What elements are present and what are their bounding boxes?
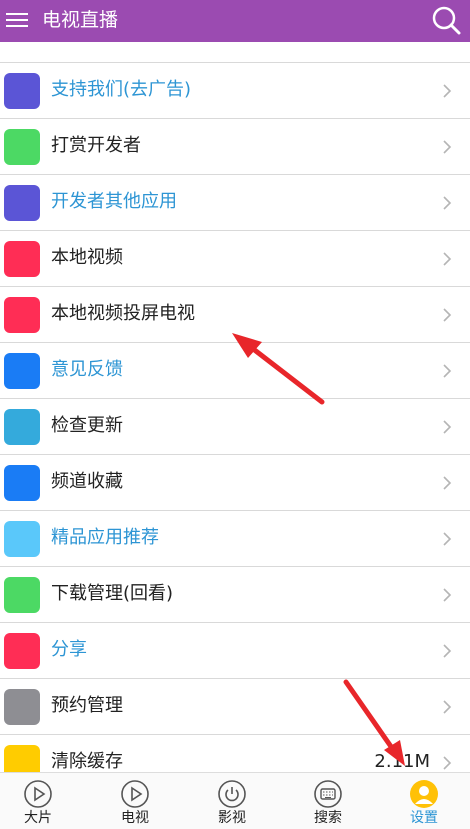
- chevron-right-icon: [443, 196, 452, 210]
- settings-item[interactable]: 打赏开发者: [0, 118, 470, 174]
- settings-item-label: 下载管理(回看): [51, 583, 174, 604]
- tab-label: 搜索: [314, 810, 342, 826]
- settings-item[interactable]: 预约管理: [0, 678, 470, 734]
- settings-item-color-icon: [4, 409, 40, 445]
- settings-item[interactable]: 分享: [0, 622, 470, 678]
- settings-item-color-icon: [4, 297, 40, 333]
- settings-item-color-icon: [4, 129, 40, 165]
- power-icon: [218, 780, 246, 808]
- settings-item-label: 分享: [51, 639, 87, 660]
- user-avatar-icon: [410, 780, 438, 808]
- settings-item-color-icon: [4, 521, 40, 557]
- chevron-right-icon: [443, 588, 452, 602]
- chevron-right-icon: [443, 364, 452, 378]
- settings-item[interactable]: 频道收藏: [0, 454, 470, 510]
- chevron-right-icon: [443, 476, 452, 490]
- chevron-right-icon: [443, 252, 452, 266]
- chevron-right-icon: [443, 532, 452, 546]
- tab-2[interactable]: 影视: [202, 776, 262, 828]
- settings-item-label: 预约管理: [51, 695, 123, 716]
- settings-item-color-icon: [4, 185, 40, 221]
- settings-item[interactable]: 支持我们(去广告): [0, 62, 470, 118]
- page-title: 电视直播: [42, 9, 119, 31]
- search-icon[interactable]: [430, 4, 462, 36]
- chevron-right-icon: [443, 700, 452, 714]
- chevron-right-icon: [443, 84, 452, 98]
- chevron-right-icon: [443, 756, 452, 770]
- settings-item-color-icon: [4, 241, 40, 277]
- tab-4[interactable]: 设置: [394, 776, 454, 828]
- settings-item-label: 频道收藏: [51, 471, 123, 492]
- hamburger-menu-icon[interactable]: [6, 9, 28, 31]
- tab-1[interactable]: 电视: [105, 776, 165, 828]
- chevron-right-icon: [443, 308, 452, 322]
- settings-item[interactable]: 精品应用推荐: [0, 510, 470, 566]
- chevron-right-icon: [443, 420, 452, 434]
- settings-item-label: 开发者其他应用: [51, 191, 177, 212]
- settings-item-color-icon: [4, 577, 40, 613]
- settings-item-label: 打赏开发者: [51, 135, 141, 156]
- settings-item[interactable]: 本地视频投屏电视: [0, 286, 470, 342]
- settings-item-label: 本地视频投屏电视: [51, 303, 195, 324]
- settings-item-color-icon: [4, 633, 40, 669]
- settings-item-color-icon: [4, 689, 40, 725]
- app-header: 电视直播: [0, 0, 470, 42]
- chevron-right-icon: [443, 140, 452, 154]
- tab-3[interactable]: 搜索: [298, 776, 358, 828]
- settings-item[interactable]: 检查更新: [0, 398, 470, 454]
- bottom-tab-bar: 大片 电视 影视 搜索 设置: [0, 772, 470, 829]
- tab-label: 大片: [24, 810, 52, 826]
- settings-item-color-icon: [4, 353, 40, 389]
- settings-item[interactable]: 意见反馈: [0, 342, 470, 398]
- play-icon: [24, 780, 52, 808]
- settings-item-label: 检查更新: [51, 415, 123, 436]
- tab-0[interactable]: 大片: [8, 776, 68, 828]
- settings-item-label: 本地视频: [51, 247, 123, 268]
- settings-item-label: 意见反馈: [51, 359, 123, 380]
- play-icon: [121, 780, 149, 808]
- tab-label: 影视: [218, 810, 246, 826]
- settings-item[interactable]: 下载管理(回看): [0, 566, 470, 622]
- settings-item-label: 精品应用推荐: [51, 527, 159, 548]
- settings-item[interactable]: 开发者其他应用: [0, 174, 470, 230]
- settings-item-color-icon: [4, 465, 40, 501]
- settings-item-color-icon: [4, 73, 40, 109]
- settings-item[interactable]: 本地视频: [0, 230, 470, 286]
- tab-label: 电视: [121, 810, 149, 826]
- keyboard-icon: [314, 780, 342, 808]
- chevron-right-icon: [443, 644, 452, 658]
- settings-list: 支持我们(去广告) 打赏开发者开发者其他应用 本地视频本地视频投屏电视 意见反馈检查更…: [0, 62, 470, 790]
- settings-item-label: 支持我们(去广告): [51, 79, 192, 100]
- tab-label: 设置: [410, 810, 438, 826]
